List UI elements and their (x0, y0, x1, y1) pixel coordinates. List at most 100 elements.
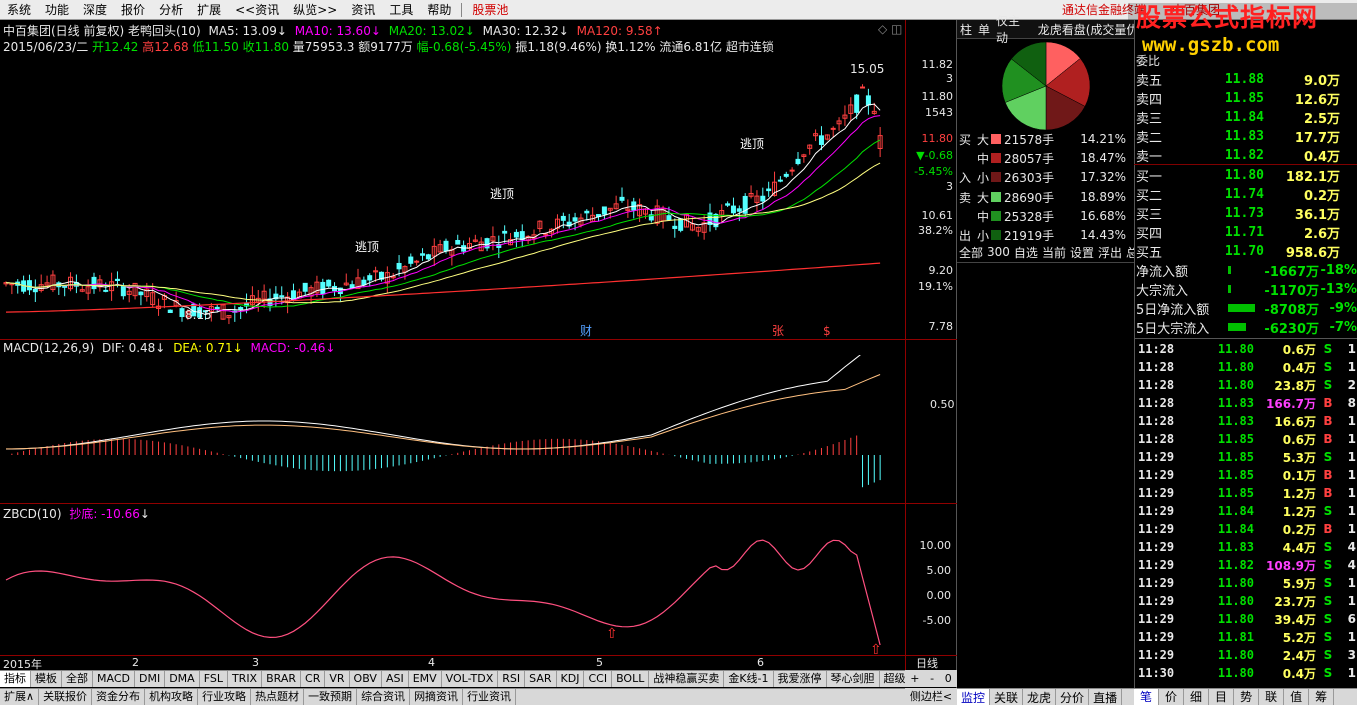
trade-row[interactable]: 11:30 11.80 0.4万 S 1 (1134, 664, 1357, 682)
detail-tab-7[interactable]: 筹 (1309, 689, 1335, 705)
flow-option-5[interactable]: 浮出 (1096, 244, 1124, 261)
indicator-tab-2[interactable]: 全部 (62, 671, 93, 687)
indicator-tab-14[interactable]: VOL-TDX (442, 671, 499, 687)
indicator-tab-11[interactable]: OBV (350, 671, 382, 687)
indicator-tab-12[interactable]: ASI (382, 671, 409, 687)
flow-tab-dragon[interactable]: 龙虎看盘(成交量优 (1035, 21, 1134, 38)
candlestick-chart[interactable]: 15.058.15逃顶逃顶逃顶财张 $ (0, 55, 905, 340)
finance-marker[interactable]: 财 (580, 324, 592, 338)
info-tab-2[interactable]: 资金分布 (92, 689, 146, 705)
indicator-tab-9[interactable]: CR (301, 671, 326, 687)
chart-options-icon[interactable]: ◇ ◫ (878, 22, 902, 36)
orderbook-row[interactable]: 买一 11.80 182.1万 (1134, 166, 1357, 185)
trade-row[interactable]: 11:29 11.80 2.4万 S 3 (1134, 646, 1357, 664)
orderbook-row[interactable]: 买三 11.73 36.1万 (1134, 204, 1357, 223)
detail-tab-1[interactable]: 价 (1159, 689, 1185, 705)
trade-row[interactable]: 11:29 11.84 0.2万 B 1 (1134, 520, 1357, 538)
trade-row[interactable]: 11:29 11.85 1.2万 B 1 (1134, 484, 1357, 502)
detail-tab-6[interactable]: 值 (1284, 689, 1310, 705)
detail-tab-3[interactable]: 目 (1209, 689, 1235, 705)
indicator-tab-22[interactable]: 我爱涨停 (774, 671, 827, 687)
menu-item-7[interactable]: 纵览>> (286, 0, 344, 20)
orderbook-row[interactable]: 卖一 11.82 0.4万 (1134, 146, 1357, 165)
indicator-tab-5[interactable]: DMA (165, 671, 200, 687)
indicator-tab-16[interactable]: SAR (525, 671, 557, 687)
trade-row[interactable]: 11:28 11.83 16.6万 B 1 (1134, 412, 1357, 430)
monitor-tab-2[interactable]: 龙虎 (1023, 688, 1057, 705)
menu-item-8[interactable]: 资讯 (344, 0, 382, 20)
zbcd-chart[interactable]: ⇧⇧ (0, 520, 905, 655)
flow-option-6[interactable]: 总 (1124, 244, 1134, 261)
indicator-tab-1[interactable]: 模板 (31, 671, 62, 687)
period-label[interactable]: 日线 (916, 655, 938, 671)
zhang-marker[interactable]: 张 (772, 324, 784, 338)
zoom-reset-button[interactable]: 0 (945, 672, 952, 685)
indicator-tab-18[interactable]: CCI (584, 671, 613, 687)
info-tab-4[interactable]: 行业攻略 (198, 689, 252, 705)
trade-row[interactable]: 11:28 11.85 0.6万 B 1 (1134, 430, 1357, 448)
trade-row[interactable]: 11:29 11.80 39.4万 S 6 (1134, 610, 1357, 628)
menu-item-3[interactable]: 报价 (114, 0, 152, 20)
flow-tab-single[interactable]: 单 (975, 21, 993, 38)
flow-option-4[interactable]: 设置 (1068, 244, 1096, 261)
trade-row[interactable]: 11:29 11.82 108.9万 S 4 (1134, 556, 1357, 574)
indicator-tab-10[interactable]: VR (325, 671, 350, 687)
menu-stock-pool[interactable]: 股票池 (465, 0, 515, 20)
menu-item-9[interactable]: 工具 (382, 0, 420, 20)
orderbook-row[interactable]: 买二 11.74 0.2万 (1134, 185, 1357, 204)
menu-item-1[interactable]: 功能 (38, 0, 76, 20)
trade-row[interactable]: 11:29 11.85 0.1万 B 1 (1134, 466, 1357, 484)
indicator-tab-13[interactable]: EMV (409, 671, 442, 687)
monitor-tab-1[interactable]: 关联 (990, 688, 1024, 705)
orderbook-row[interactable]: 卖五 11.88 9.0万 (1134, 70, 1357, 89)
info-tab-0[interactable]: 扩展∧ (0, 689, 40, 705)
trade-row[interactable]: 11:29 11.80 5.9万 S 1 (1134, 574, 1357, 592)
flow-option-3[interactable]: 当前 (1040, 244, 1068, 261)
info-tab-8[interactable]: 网摘资讯 (410, 689, 464, 705)
detail-tab-2[interactable]: 细 (1184, 689, 1210, 705)
monitor-tab-0[interactable]: 监控 (957, 688, 991, 705)
flow-tab-bar[interactable]: 柱 (957, 21, 975, 38)
indicator-tab-6[interactable]: FSL (200, 671, 228, 687)
indicator-tab-21[interactable]: 金K线-1 (724, 671, 774, 687)
macd-chart[interactable] (0, 355, 905, 503)
info-tab-1[interactable]: 关联报价 (39, 689, 93, 705)
menu-item-10[interactable]: 帮助 (420, 0, 458, 20)
trade-row[interactable]: 11:29 11.83 4.4万 S 4 (1134, 538, 1357, 556)
indicator-tab-8[interactable]: BRAR (262, 671, 302, 687)
menu-item-2[interactable]: 深度 (76, 0, 114, 20)
trade-row[interactable]: 11:29 11.85 5.3万 S 1 (1134, 448, 1357, 466)
flow-option-1[interactable]: 300 (985, 245, 1012, 259)
detail-tab-5[interactable]: 联 (1259, 689, 1285, 705)
monitor-tab-4[interactable]: 直播 (1089, 688, 1123, 705)
flow-option-0[interactable]: 全部 (957, 244, 985, 261)
trade-row[interactable]: 11:29 11.81 5.2万 S 1 (1134, 628, 1357, 646)
indicator-tab-0[interactable]: 指标 (0, 671, 31, 687)
trade-row[interactable]: 11:28 11.80 0.6万 S 1 (1134, 340, 1357, 358)
indicator-tab-23[interactable]: 琴心剑胆 (827, 671, 880, 687)
info-tab-3[interactable]: 机构攻略 (145, 689, 199, 705)
flow-option-2[interactable]: 自选 (1012, 244, 1040, 261)
info-tab-6[interactable]: 一致预期 (304, 689, 358, 705)
indicator-tab-20[interactable]: 战神稳赢买卖 (649, 671, 725, 687)
indicator-tab-3[interactable]: MACD (93, 671, 135, 687)
trade-row[interactable]: 11:29 11.80 23.7万 S 1 (1134, 592, 1357, 610)
detail-tab-0[interactable]: 笔 (1134, 689, 1160, 705)
detail-tab-4[interactable]: 势 (1234, 689, 1260, 705)
info-tab-9[interactable]: 行业资讯 (463, 689, 517, 705)
menu-item-4[interactable]: 分析 (152, 0, 190, 20)
menu-item-0[interactable]: 系统 (0, 0, 38, 20)
sidebar-toggle[interactable]: 侧边栏< (905, 688, 957, 705)
menu-item-5[interactable]: 扩展 (190, 0, 228, 20)
orderbook-row[interactable]: 买五 11.70 958.6万 (1134, 242, 1357, 261)
indicator-tab-17[interactable]: KDJ (557, 671, 585, 687)
info-tab-7[interactable]: 综合资讯 (357, 689, 411, 705)
indicator-tab-15[interactable]: RSI (498, 671, 526, 687)
info-tab-5[interactable]: 热点题材 (251, 689, 305, 705)
indicator-tab-4[interactable]: DMI (135, 671, 166, 687)
monitor-tab-3[interactable]: 分价 (1056, 688, 1090, 705)
orderbook-row[interactable]: 卖三 11.84 2.5万 (1134, 108, 1357, 127)
trade-row[interactable]: 11:29 11.84 1.2万 S 1 (1134, 502, 1357, 520)
orderbook-row[interactable]: 卖四 11.85 12.6万 (1134, 89, 1357, 108)
trade-row[interactable]: 11:28 11.80 23.8万 S 2 (1134, 376, 1357, 394)
